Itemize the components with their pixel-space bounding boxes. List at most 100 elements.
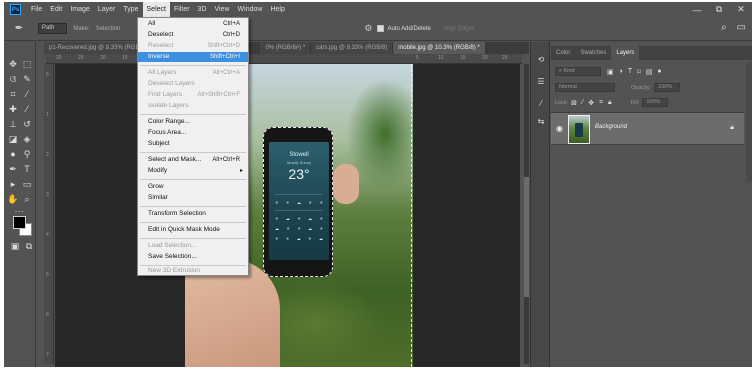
menu-layer[interactable]: Layer [94, 2, 120, 17]
lock-pixels-icon[interactable]: ⊠ [571, 99, 577, 107]
menu-item-label: All [148, 20, 156, 27]
menu-item-focus-area[interactable]: Focus Area... [138, 128, 248, 138]
menu-select[interactable]: Select [142, 2, 170, 17]
quick-mask-icon[interactable]: ▣ [8, 240, 22, 252]
marquee-tool-icon[interactable]: ⬚ [20, 58, 34, 70]
menu-item-modify[interactable]: Modify ▸ [138, 166, 248, 176]
menu-item-deselect[interactable]: Deselect Ctrl+D [138, 30, 248, 40]
fill-input[interactable]: 100% [642, 98, 669, 107]
pen-mode-select[interactable]: Path [38, 23, 68, 34]
clone-stamp-icon[interactable]: ⊥ [6, 118, 20, 130]
move-tool-icon[interactable]: ✥ [6, 58, 20, 70]
smart-object-filter-icon[interactable]: ▤ [646, 68, 653, 76]
menu-type[interactable]: Type [119, 2, 142, 17]
menu-item-subject[interactable]: Subject [138, 139, 248, 149]
menu-item-transform-selection[interactable]: Transform Selection [138, 209, 248, 219]
screen-mode-icon[interactable]: ⧉ [22, 240, 36, 252]
shape-filter-icon[interactable]: ⌑ [637, 68, 641, 76]
blend-mode-select[interactable]: Normal [555, 83, 615, 92]
layer-kind-filter[interactable]: ⌕ Kind [555, 67, 601, 76]
menu-file[interactable]: File [27, 2, 46, 17]
auto-add-delete-checkbox[interactable] [377, 25, 385, 32]
eraser-tool-icon[interactable]: ◪ [6, 133, 20, 145]
lock-all-icon[interactable]: 🔒︎ [608, 99, 612, 107]
type-tool-icon[interactable]: T [20, 163, 34, 175]
dodge-tool-icon[interactable]: ⚲ [20, 148, 34, 160]
pen-tool-icon[interactable]: ✒ [6, 163, 20, 175]
window-controls: — ⧉ ✕ [690, 2, 748, 17]
filter-toggle-icon[interactable]: ● [657, 68, 661, 75]
brush-panel-icon[interactable]: ⁄ [535, 98, 547, 109]
history-brush-icon[interactable]: ↺ [20, 118, 34, 130]
menu-view[interactable]: View [211, 2, 234, 17]
ruler-tick: 3 [46, 192, 49, 198]
menu-item-select-and-mask[interactable]: Select and Mask... Alt+Ctrl+R [138, 155, 248, 165]
pixel-filter-icon[interactable]: ▣ [607, 68, 614, 76]
menu-item-inverse[interactable]: Inverse Shift+Ctrl+I [138, 52, 248, 62]
foreground-color-swatch[interactable] [13, 216, 26, 229]
history-panel-icon[interactable]: ⟲ [535, 54, 547, 65]
zoom-tool-icon[interactable]: ⌕ [20, 193, 34, 205]
doc-tab[interactable]: cars.jpg @ 8.33% (RGB/8) [311, 42, 394, 54]
lock-paint-icon[interactable]: ⁄ [582, 99, 583, 106]
blur-tool-icon[interactable]: ● [6, 148, 20, 160]
path-select-icon[interactable]: ▸ [6, 178, 20, 190]
document-canvas[interactable]: Stowell Mostly Sunny 23° ☀ ☀ ☁ ☀ ☀ ☀ ☁ ☀ ☁ ☀ ☁ ☀ ☀… [55, 64, 520, 367]
close-button[interactable]: ✕ [734, 4, 748, 15]
adjustment-filter-icon[interactable]: ◑ [619, 68, 623, 75]
menu-filter[interactable]: Filter [170, 2, 194, 17]
menu-edit[interactable]: Edit [46, 2, 66, 17]
layers-scrollbar[interactable] [746, 62, 752, 182]
menu-item-similar[interactable]: Similar [138, 193, 248, 203]
lock-position-icon[interactable]: ✥ [588, 99, 594, 107]
type-filter-icon[interactable]: T [628, 68, 632, 75]
canvas-scrollbar-thumb[interactable] [524, 177, 529, 297]
menu-item-new-3d-extrusion: New 3D Extrusion [138, 266, 248, 276]
menu-help[interactable]: Help [266, 2, 288, 17]
menu-3d[interactable]: 3D [194, 2, 211, 17]
brush-tool-icon[interactable]: ⁄ [20, 103, 34, 115]
paint-bucket-icon[interactable]: ◈ [20, 133, 34, 145]
menu-image[interactable]: Image [66, 2, 93, 17]
fill-label: Fill: [630, 99, 640, 106]
minimize-button[interactable]: — [690, 5, 704, 15]
restore-button[interactable]: ⧉ [712, 4, 726, 15]
workspace-icon[interactable]: ▭ [737, 22, 746, 33]
menu-item-all[interactable]: All Ctrl+A [138, 19, 248, 29]
pen-icon[interactable]: ✒ [10, 23, 28, 34]
healing-brush-icon[interactable]: ✚ [6, 103, 20, 115]
eyedropper-tool-icon[interactable]: ⁄ [20, 88, 34, 100]
menu-item-find-layers: Find Layers Alt+Shift+Ctrl+F [138, 90, 248, 100]
tab-color[interactable]: Color [551, 46, 575, 60]
rectangle-tool-icon[interactable]: ▭ [20, 178, 34, 190]
doc-tab-active[interactable]: mobile.jpg @ 10.3% (RGB/8) * [393, 42, 486, 54]
crop-tool-icon[interactable]: ⌗ [6, 88, 20, 100]
menu-item-save-selection[interactable]: Save Selection... [138, 252, 248, 262]
make-selection-button[interactable]: Selection [96, 26, 121, 32]
menu-item-shortcut: Ctrl+D [222, 32, 240, 38]
hand-tool-icon[interactable]: ✋ [6, 193, 20, 205]
menu-item-color-range[interactable]: Color Range... [138, 117, 248, 127]
menu-item-label: Modify [148, 167, 168, 174]
menu-separator [140, 65, 246, 66]
search-icon[interactable]: ⌕ [721, 22, 727, 33]
layer-row-background[interactable]: ◉ Background 🔒︎ [551, 112, 744, 145]
menu-item-grow[interactable]: Grow [138, 182, 248, 192]
align-edges-option[interactable]: Align Edges [443, 26, 475, 32]
menu-item-quick-mask[interactable]: Edit in Quick Mask Mode [138, 225, 248, 235]
lasso-tool-icon[interactable]: ଓ [6, 73, 20, 85]
options-bar: ✒ Path Make: Selection ⚙ Auto Add/Delete… [4, 17, 752, 41]
lock-artboard-icon[interactable]: ⌗ [599, 99, 603, 107]
menu-item-shortcut: Ctrl+A [223, 21, 240, 27]
doc-tab[interactable]: 0% (RGB/8#) * [260, 42, 312, 54]
menu-window[interactable]: Window [234, 2, 267, 17]
menu-item-shortcut: Alt+Shift+Ctrl+F [197, 92, 240, 98]
gear-icon[interactable]: ⚙ [364, 23, 372, 34]
properties-panel-icon[interactable]: ☰ [535, 76, 547, 87]
quick-select-tool-icon[interactable]: ✎ [20, 73, 34, 85]
adjustments-panel-icon[interactable]: ⇆ [535, 116, 547, 127]
tab-layers[interactable]: Layers [611, 46, 640, 60]
tab-swatches[interactable]: Swatches [575, 46, 611, 60]
eye-icon[interactable]: ◉ [556, 124, 563, 133]
opacity-input[interactable]: 100% [654, 83, 681, 92]
